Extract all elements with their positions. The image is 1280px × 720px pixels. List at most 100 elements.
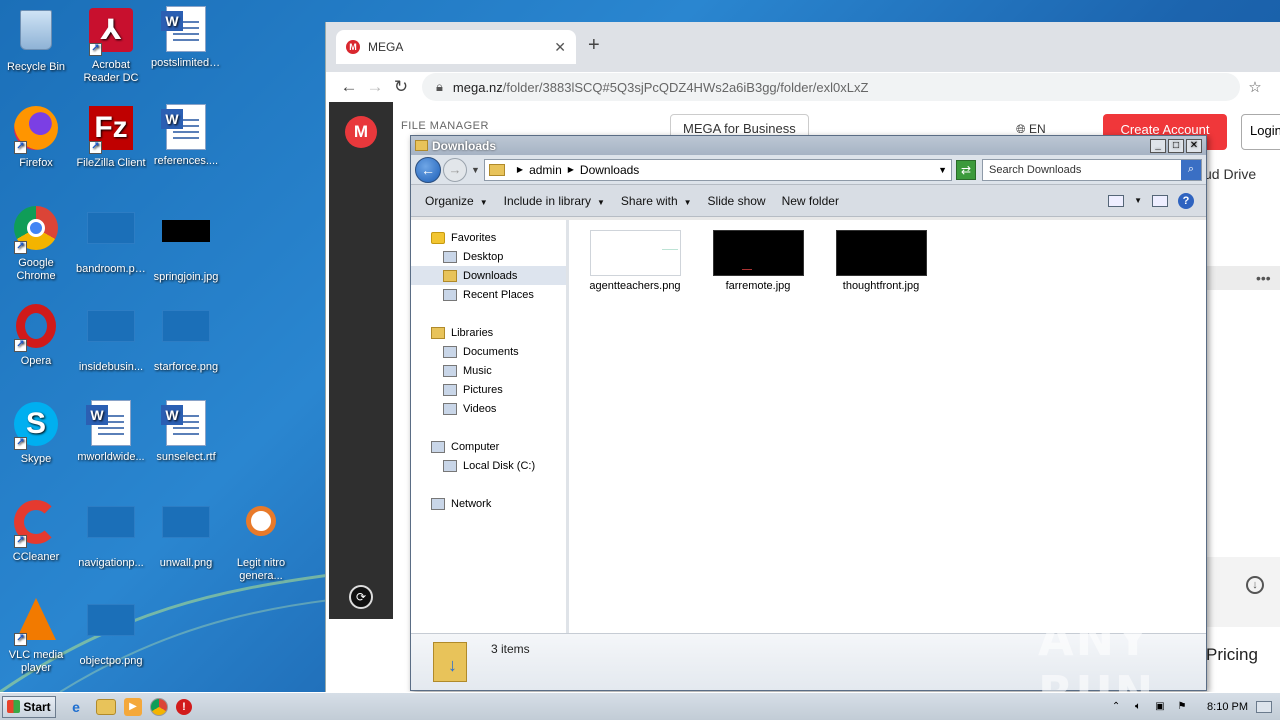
image-thumbnail <box>589 230 681 276</box>
tab-mega[interactable]: M MEGA ✕ <box>336 30 576 64</box>
chevron-down-icon: ▼ <box>683 197 692 207</box>
command-bar: Organize ▼ Include in library ▼ Share with… <box>411 185 1206 217</box>
reload-icon[interactable]: ↻ <box>388 77 414 97</box>
desktop-icon-bandroom[interactable]: bandroom.png <box>75 204 147 276</box>
desktop-icon-postslimited[interactable]: W postslimited.... <box>150 6 222 70</box>
view-icon[interactable] <box>1108 194 1125 207</box>
nav-recent-places[interactable]: Recent Places <box>411 285 566 304</box>
desktop-icon-unwall[interactable]: unwall.png <box>150 498 222 570</box>
file-item[interactable]: thoughtfront.jpg <box>831 230 931 292</box>
more-options-icon[interactable]: ••• <box>1256 270 1271 286</box>
nav-local-disk[interactable]: Local Disk (C:) <box>411 456 566 475</box>
download-icon[interactable]: ↓ <box>1246 576 1264 594</box>
new-folder-button[interactable]: New folder <box>774 194 847 208</box>
nav-desktop[interactable]: Desktop <box>411 247 566 266</box>
start-button[interactable]: Start <box>2 695 56 718</box>
close-tab-icon[interactable]: ✕ <box>554 39 566 56</box>
network-tray-icon[interactable]: ▣ <box>1153 701 1167 713</box>
flag-icon[interactable]: ⚑ <box>1175 701 1189 713</box>
search-input[interactable]: Search Downloads ⌕ <box>982 158 1202 181</box>
desktop-icon-starforce[interactable]: starforce.png <box>150 302 222 374</box>
explorer-window: Downloads _ □ ✕ ← → ▼ ▶ admin ▶ Download… <box>410 135 1207 691</box>
chevron-right-icon[interactable]: ▶ <box>517 165 523 174</box>
nav-pictures[interactable]: Pictures <box>411 380 566 399</box>
explorer-taskbar-icon[interactable] <box>96 698 116 715</box>
desktop-icon-objectpo[interactable]: objectpo.png <box>75 596 147 668</box>
search-icon[interactable]: ⌕ <box>1181 159 1201 180</box>
nav-downloads[interactable]: Downloads <box>411 266 566 285</box>
desktop-icon-sunselect[interactable]: W sunselect.rtf <box>150 400 222 464</box>
explorer-titlebar[interactable]: Downloads _ □ ✕ <box>411 136 1206 155</box>
maximize-button[interactable]: □ <box>1168 138 1184 153</box>
antivirus-icon[interactable]: ! <box>176 698 192 715</box>
back-arrow-icon[interactable]: ← <box>336 77 362 97</box>
nav-label: Downloads <box>463 269 518 282</box>
nav-documents[interactable]: Documents <box>411 342 566 361</box>
nav-computer[interactable]: Computer <box>411 437 566 456</box>
desktop-icon-filezilla[interactable]: Fz ↗ FileZilla Client <box>75 104 147 170</box>
breadcrumb[interactable]: ▶ admin ▶ Downloads ▼ <box>483 158 952 181</box>
image-file-icon <box>87 212 135 260</box>
cloud-drive-link[interactable]: ud Drive <box>1204 166 1256 182</box>
desktop-icon-acrobat[interactable]: ⅄ ↗ Acrobat Reader DC <box>75 6 147 85</box>
desktop-icon-label: Skype <box>20 453 52 465</box>
close-button[interactable]: ✕ <box>1186 138 1202 153</box>
desktop-icon-skype[interactable]: S ↗ Skype <box>0 400 72 466</box>
refresh-button[interactable]: ⇄ <box>956 159 976 180</box>
desktop-icon-insidebusin[interactable]: insidebusin... <box>75 302 147 374</box>
nav-favorites[interactable]: Favorites <box>411 228 566 247</box>
organize-label: Organize <box>425 193 474 208</box>
include-in-library-button[interactable]: Include in library ▼ <box>496 194 613 208</box>
nav-network[interactable]: Network <box>411 494 566 513</box>
sync-icon[interactable]: ⟳ <box>349 585 373 609</box>
desktop-icon-label: FileZilla Client <box>76 157 146 169</box>
slide-show-button[interactable]: Slide show <box>700 194 774 208</box>
skype-icon: S ↗ <box>12 402 60 450</box>
help-icon[interactable]: ? <box>1178 192 1194 209</box>
desktop-icon-navigationp[interactable]: navigationp... <box>75 498 147 570</box>
breadcrumb-admin[interactable]: admin <box>529 163 562 177</box>
forward-arrow-icon[interactable]: → <box>443 157 467 182</box>
preview-pane-icon[interactable] <box>1152 194 1168 207</box>
windows-logo-icon <box>7 700 21 713</box>
desktop-icon-ccleaner[interactable]: ↗ CCleaner <box>0 498 72 564</box>
url-input[interactable]: 🔒︎ mega.nz/folder/3883lSCQ#5Q3sjPcQDZ4HW… <box>422 73 1240 101</box>
vlc-icon: ↗ <box>12 598 60 646</box>
nav-videos[interactable]: Videos <box>411 399 566 418</box>
chrome-taskbar-icon[interactable] <box>150 697 168 716</box>
chevron-down-icon[interactable]: ▼ <box>1134 196 1142 205</box>
desktop-icon-recycle-bin[interactable]: Recycle Bin <box>0 6 72 74</box>
desktop-icon-vlc[interactable]: ↗ VLC media player <box>0 596 72 675</box>
nav-music[interactable]: Music <box>411 361 566 380</box>
file-item[interactable]: farremote.jpg <box>708 230 808 292</box>
chevron-down-icon[interactable]: ▼ <box>938 165 947 175</box>
show-hidden-icons-icon[interactable]: ⌃ <box>1109 701 1123 713</box>
mega-logo-icon[interactable]: M <box>345 116 377 148</box>
login-button[interactable]: Login <box>1241 114 1280 150</box>
chevron-right-icon[interactable]: ▶ <box>568 165 574 174</box>
bookmark-star-icon[interactable]: ☆ <box>1240 78 1270 96</box>
breadcrumb-downloads[interactable]: Downloads <box>580 163 639 177</box>
desktop-icon-mworldwide[interactable]: W mworldwide... <box>75 400 147 464</box>
file-item[interactable]: agentteachers.png <box>585 230 685 292</box>
clock[interactable]: 8:10 PM <box>1207 701 1248 713</box>
organize-button[interactable]: Organize ▼ <box>417 194 496 208</box>
desktop-icon-legit-nitro[interactable]: Legit nitro genera... <box>225 498 297 583</box>
share-with-button[interactable]: Share with ▼ <box>613 194 700 208</box>
desktop-icon-firefox[interactable]: ↗ Firefox <box>0 104 72 170</box>
volume-icon[interactable]: 🔈︎ <box>1131 701 1145 713</box>
desktop-icon-chrome[interactable]: ↗ Google Chrome <box>0 204 72 283</box>
nav-libraries[interactable]: Libraries <box>411 323 566 342</box>
desktop-icon-label: Firefox <box>19 157 53 169</box>
media-player-icon[interactable]: ▶ <box>124 697 142 716</box>
recent-pages-dropdown[interactable]: ▼ <box>471 165 480 175</box>
new-tab-icon[interactable]: + <box>588 34 600 57</box>
back-arrow-icon[interactable]: ← <box>415 156 441 183</box>
minimize-button[interactable]: _ <box>1150 138 1166 153</box>
desktop-icon-references[interactable]: W references.... <box>150 104 222 168</box>
desktop-icon-opera[interactable]: ↗ Opera <box>0 302 72 368</box>
show-desktop-icon[interactable] <box>1256 700 1272 713</box>
internet-explorer-icon[interactable]: e <box>64 696 88 718</box>
desktop-icon-springjoin[interactable]: springjoin.jpg <box>150 204 222 284</box>
forward-arrow-icon[interactable]: → <box>362 77 388 97</box>
